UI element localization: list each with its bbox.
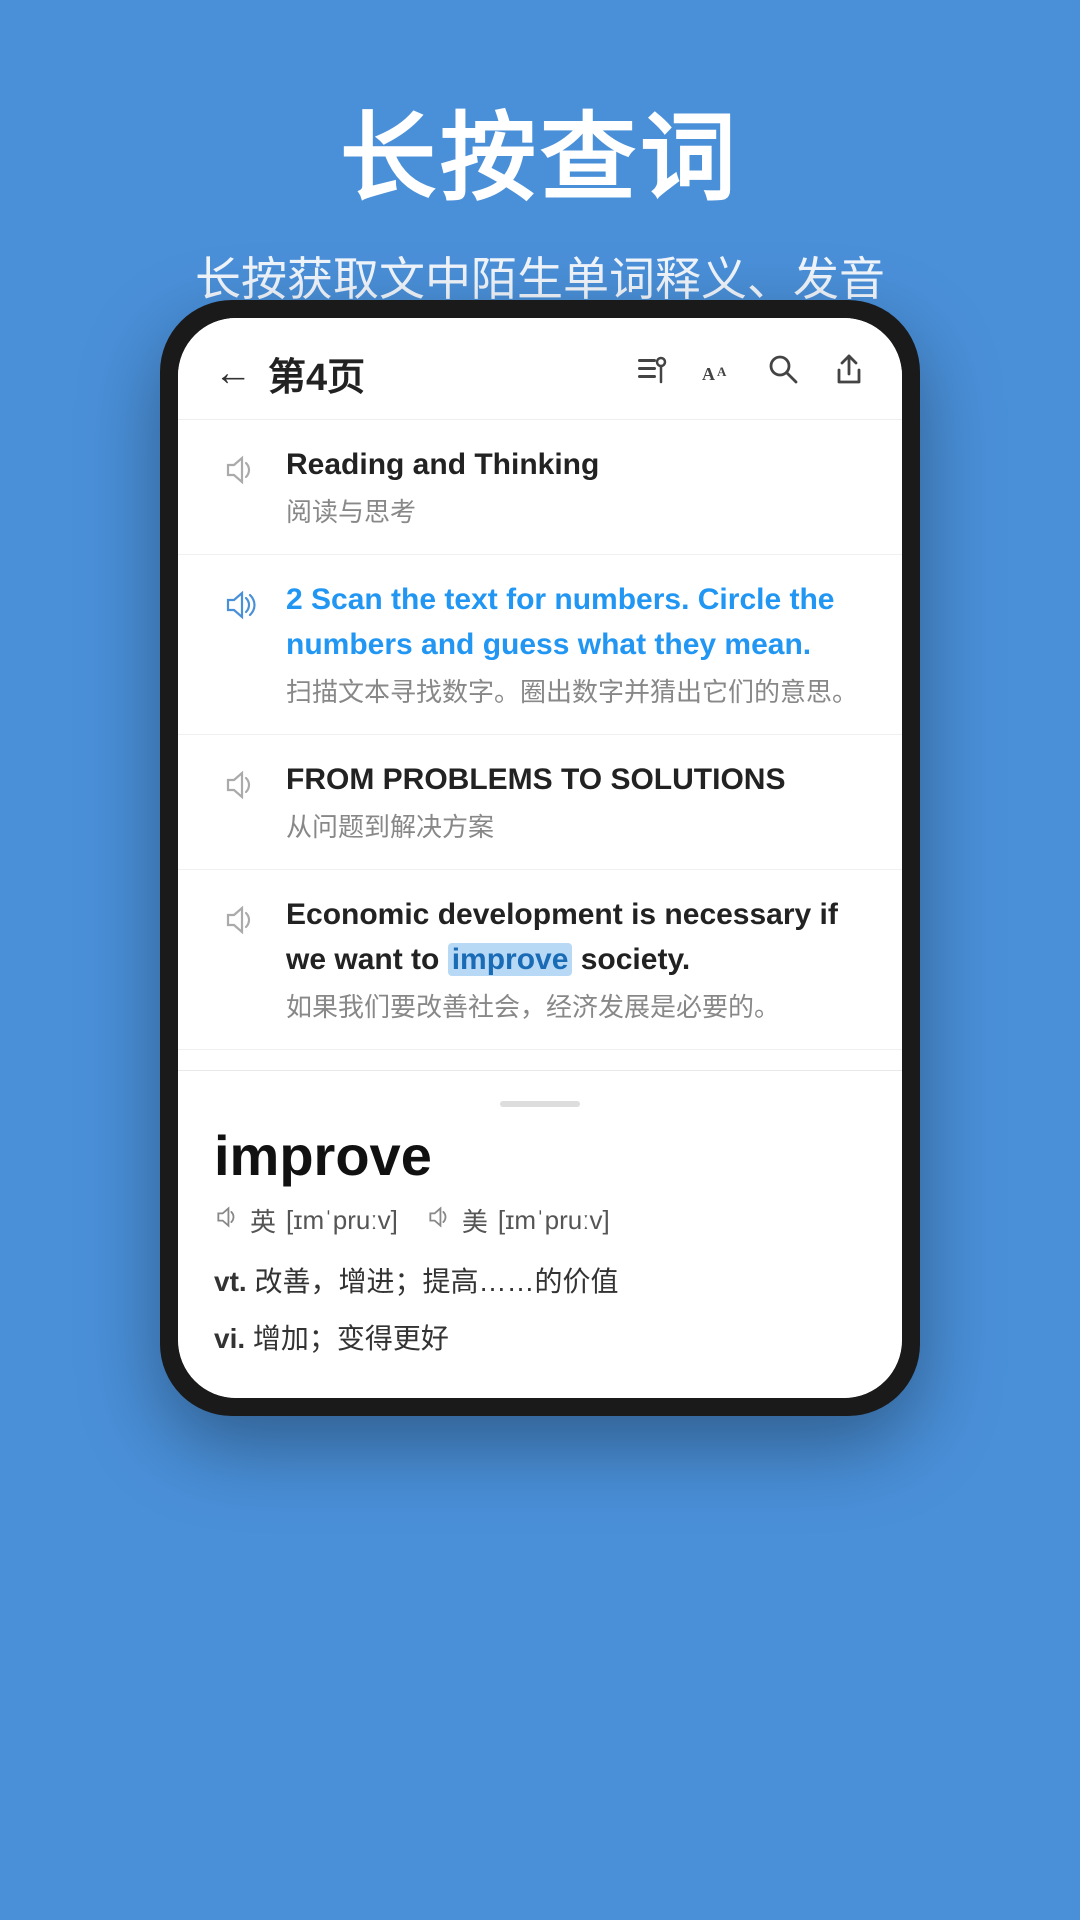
- sound-button-4[interactable]: [214, 894, 266, 946]
- item-1-cn: 阅读与思考: [286, 493, 866, 532]
- sound-button-1[interactable]: [214, 444, 266, 496]
- phone-mockup: ← 第4页: [160, 300, 920, 1416]
- phone-inner: ← 第4页: [178, 318, 902, 1398]
- phonetic-us: 美 [ɪmˈpruːv]: [426, 1202, 610, 1239]
- phonetic-en-symbol: [ɪmˈpruːv]: [286, 1205, 398, 1236]
- dict-phonetics: 英 [ɪmˈpruːv] 美 [ɪmˈpruːv]: [214, 1202, 866, 1239]
- search-icon[interactable]: [766, 352, 800, 395]
- phone-header: ← 第4页: [178, 318, 902, 420]
- speaker-icon-us[interactable]: [426, 1204, 452, 1237]
- share-icon[interactable]: [832, 352, 866, 395]
- item-3-en: FROM PROBLEMS TO SOLUTIONS: [286, 757, 866, 802]
- item-2-en: 2 Scan the text for numbers. Circle the …: [286, 577, 866, 667]
- dict-def-2: vi. 增加；变得更好: [214, 1314, 866, 1364]
- sound-button-3[interactable]: [214, 759, 266, 811]
- list-item: 2 Scan the text for numbers. Circle the …: [178, 555, 902, 735]
- phone-frame: ← 第4页: [160, 300, 920, 1416]
- item-2-cn: 扫描文本寻找数字。圈出数字并猜出它们的意思。: [286, 673, 866, 712]
- item-3-content: FROM PROBLEMS TO SOLUTIONS 从问题到解决方案: [286, 757, 866, 847]
- dict-word: improve: [214, 1123, 866, 1188]
- list-item: Economic development is necessary if we …: [178, 870, 902, 1050]
- phonetic-us-region: 美: [462, 1202, 488, 1239]
- main-title: 长按查词: [0, 80, 1080, 219]
- dict-def-1: vt. 改善，增进；提高……的价值: [214, 1257, 866, 1307]
- dict-definitions: vt. 改善，增进；提高……的价值 vi. 增加；变得更好: [214, 1257, 866, 1364]
- item-3-cn: 从问题到解决方案: [286, 808, 866, 847]
- dictionary-popup: improve 英 [ɪmˈpruːv]: [178, 1070, 902, 1398]
- item-1-content: Reading and Thinking 阅读与思考: [286, 442, 866, 532]
- header-icons: A A: [634, 352, 866, 395]
- svg-text:A: A: [702, 364, 715, 384]
- highlighted-word[interactable]: improve: [448, 943, 573, 976]
- item-4-en: Economic development is necessary if we …: [286, 892, 866, 982]
- svg-text:A: A: [717, 364, 727, 379]
- settings-list-icon[interactable]: [634, 352, 668, 395]
- speaker-icon-en[interactable]: [214, 1204, 240, 1237]
- font-size-icon[interactable]: A A: [700, 352, 734, 395]
- list-item: FROM PROBLEMS TO SOLUTIONS 从问题到解决方案: [178, 735, 902, 870]
- item-2-content: 2 Scan the text for numbers. Circle the …: [286, 577, 866, 712]
- back-button[interactable]: ←: [214, 352, 252, 395]
- sound-button-2[interactable]: [214, 579, 266, 631]
- list-item: Reading and Thinking 阅读与思考: [178, 420, 902, 555]
- scroll-handle: [500, 1101, 580, 1107]
- page-number: 第4页: [268, 346, 634, 401]
- phonetic-en-region: 英: [250, 1202, 276, 1239]
- item-1-en: Reading and Thinking: [286, 442, 866, 487]
- phonetic-us-symbol: [ɪmˈpruːv]: [498, 1205, 610, 1236]
- item-4-cn: 如果我们要改善社会，经济发展是必要的。: [286, 988, 866, 1027]
- item-4-content: Economic development is necessary if we …: [286, 892, 866, 1027]
- phonetic-en: 英 [ɪmˈpruːv]: [214, 1202, 398, 1239]
